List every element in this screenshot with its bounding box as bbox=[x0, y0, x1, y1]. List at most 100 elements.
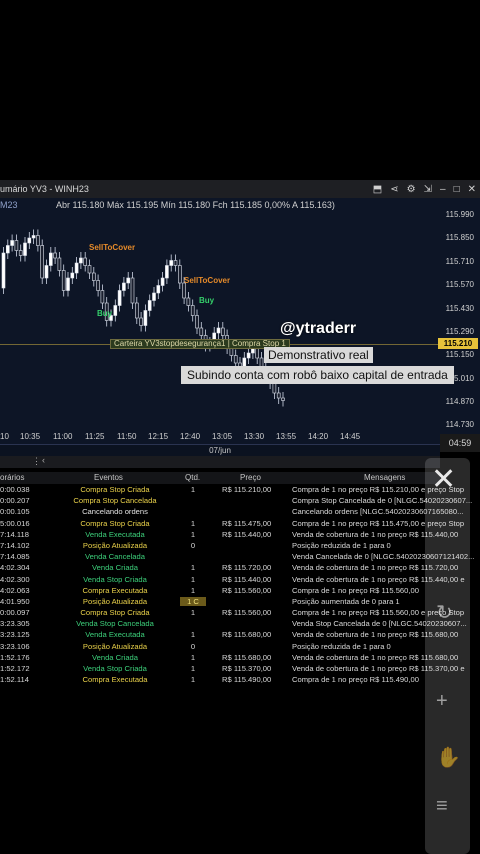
event-name: Compra Stop Criada bbox=[80, 485, 150, 494]
event-name: Compra Executada bbox=[82, 675, 148, 685]
candle-body bbox=[87, 265, 92, 274]
event-time: 7:14.102 bbox=[0, 540, 30, 550]
candle-body bbox=[36, 235, 40, 246]
event-time: 7:14.118 bbox=[0, 529, 29, 539]
candle-body bbox=[135, 302, 139, 319]
menu-icon[interactable]: ≡ bbox=[436, 795, 448, 818]
candle-body bbox=[113, 305, 118, 316]
table-row[interactable]: 1:52.172 Venda Stop Criada 1 R$ 115.370,00 V… bbox=[0, 663, 480, 674]
event-time: 5:00.016 bbox=[0, 518, 30, 528]
clock-badge: 04:59 bbox=[440, 434, 480, 452]
close-icon[interactable]: ✕ bbox=[468, 184, 476, 195]
export-icon[interactable]: ⬒ bbox=[373, 184, 382, 195]
table-row[interactable]: 7:14.085 Venda Cancelada Venda Cancelada d… bbox=[0, 551, 480, 562]
restore-icon[interactable]: ⇲ bbox=[424, 184, 432, 195]
table-row[interactable]: 4:01.950 Posição Atualizada 1 C Posição aum… bbox=[0, 596, 480, 607]
x-tick: 13:30 bbox=[244, 432, 265, 441]
hand-icon[interactable]: ✋ bbox=[436, 745, 461, 770]
x-tick: 11:50 bbox=[117, 432, 137, 441]
event-qty: 0 bbox=[190, 540, 196, 550]
x-tick: 14:20 bbox=[308, 432, 329, 441]
table-row[interactable]: 3:23.125 Venda Executada 1 R$ 115.680,00 Ven… bbox=[0, 629, 480, 640]
x-tick: 12:40 bbox=[180, 432, 201, 441]
x-tick: 10:35 bbox=[20, 432, 41, 441]
candle-body bbox=[92, 272, 96, 281]
event-qty: 1 C bbox=[180, 596, 206, 606]
price-chart[interactable] bbox=[0, 198, 480, 445]
col-event[interactable]: Eventos bbox=[94, 473, 123, 482]
event-price: R$ 115.560,00 bbox=[222, 608, 272, 618]
table-row[interactable]: 4:02.063 Compra Executada 1 R$ 115.560,00 Co… bbox=[0, 585, 480, 596]
plus-icon[interactable]: + bbox=[436, 690, 448, 713]
candle-body bbox=[143, 310, 148, 326]
x-tick: 11:25 bbox=[85, 432, 105, 441]
ohlc-infobar: M23 Abr 115.180 Máx 115.195 Mín 115.180 … bbox=[0, 200, 335, 210]
event-name: Posição Atualizada bbox=[82, 540, 148, 550]
event-name: Venda Stop Cancelada bbox=[76, 619, 154, 629]
table-row[interactable]: 4:02.304 Venda Criada 1 R$ 115.720,00 Venda … bbox=[0, 562, 480, 573]
y-tick: 115.990 bbox=[445, 210, 474, 219]
maximize-icon[interactable]: □ bbox=[454, 184, 460, 195]
col-messages[interactable]: Mensagens bbox=[364, 473, 405, 482]
candle-body bbox=[66, 277, 70, 291]
candle-body bbox=[1, 252, 6, 289]
candle-body bbox=[83, 257, 87, 266]
col-price[interactable]: Preço bbox=[240, 473, 261, 482]
event-qty: 1 bbox=[190, 630, 196, 640]
table-row[interactable]: 0:00.105 Cancelando ordens Cancelando orde… bbox=[0, 506, 480, 517]
table-row[interactable]: 1:52.176 Venda Criada 1 R$ 115.680,00 Venda … bbox=[0, 652, 480, 663]
candle-body bbox=[10, 240, 14, 246]
table-row[interactable]: 4:02.300 Venda Stop Criada 1 R$ 115.440,00 V… bbox=[0, 574, 480, 585]
table-row[interactable]: 7:14.102 Posição Atualizada 0 Posição reduz… bbox=[0, 540, 480, 551]
candle-body bbox=[14, 240, 19, 251]
table-row[interactable]: 5:00.016 Compra Stop Criada 1 R$ 115.475,00… bbox=[0, 518, 480, 529]
event-time: 4:01.950 bbox=[0, 596, 30, 606]
event-qty: 1 bbox=[190, 529, 196, 539]
candle-body bbox=[139, 317, 143, 326]
col-qty[interactable]: Qtd. bbox=[185, 473, 200, 482]
col-time[interactable]: orários bbox=[0, 473, 24, 482]
portfolio-order-label[interactable]: Carteira YV3stopdesegurança1 | Compra St… bbox=[110, 339, 290, 349]
event-price: R$ 115.440,00 bbox=[222, 574, 272, 584]
events-table-header: orários Eventos Qtd. Preço Mensagens bbox=[0, 472, 440, 484]
table-row[interactable]: 3:23.305 Venda Stop Cancelada Venda Stop C… bbox=[0, 618, 480, 629]
close-icon[interactable]: ✕ bbox=[431, 462, 456, 497]
event-time: 0:00.038 bbox=[0, 485, 30, 494]
event-name: Posição Atualizada bbox=[82, 596, 148, 606]
candlestick-plot bbox=[1, 229, 285, 407]
share-icon[interactable]: ⋖ bbox=[390, 184, 398, 195]
event-qty: 1 bbox=[190, 675, 196, 685]
event-price: R$ 115.475,00 bbox=[222, 518, 272, 528]
event-message: Posição reduzida de 1 para 0 bbox=[292, 540, 391, 550]
candle-body bbox=[229, 347, 234, 356]
candle-body bbox=[6, 245, 10, 254]
candle-body bbox=[57, 257, 62, 271]
candle-body bbox=[255, 347, 259, 359]
price-axis[interactable]: 115.990 115.850 115.710 115.570 115.430 … bbox=[440, 198, 480, 445]
y-tick: 114.870 bbox=[445, 397, 474, 406]
drag-handle-icon[interactable]: ⋮ bbox=[32, 456, 41, 467]
event-time: 1:52.114 bbox=[0, 675, 29, 685]
table-row[interactable]: 0:00.207 Compra Stop Cancelada Compra Stop… bbox=[0, 495, 480, 506]
candle-body bbox=[173, 260, 178, 266]
candle-body bbox=[246, 352, 251, 359]
gear-icon[interactable]: ⚙ bbox=[407, 184, 416, 195]
minimize-icon[interactable]: – bbox=[440, 184, 446, 195]
event-message: Posição aumentada de 0 para 1 bbox=[292, 596, 400, 606]
table-row[interactable]: 0:00.097 Compra Stop Criada 1 R$ 115.560,00… bbox=[0, 607, 480, 618]
table-row[interactable]: 7:14.118 Venda Executada 1 R$ 115.440,00 Ven… bbox=[0, 529, 480, 540]
candle-body bbox=[178, 265, 182, 284]
candle-body bbox=[169, 260, 173, 266]
event-time: 0:00.105 bbox=[0, 507, 30, 517]
table-row[interactable]: 3:23.106 Posição Atualizada 0 Posição reduz… bbox=[0, 641, 480, 652]
candle-body bbox=[272, 382, 277, 394]
event-qty: 1 bbox=[190, 518, 196, 528]
event-qty: 1 bbox=[190, 485, 196, 494]
event-time: 1:52.172 bbox=[0, 664, 30, 673]
table-row[interactable]: 0:00.038 Compra Stop Criada 1 R$ 115.210,00… bbox=[0, 484, 480, 495]
table-row[interactable]: 1:52.114 Compra Executada 1 R$ 115.490,00 Co… bbox=[0, 674, 480, 685]
chevron-left-icon[interactable]: ‹ bbox=[42, 455, 45, 465]
event-time: 0:00.207 bbox=[0, 496, 30, 506]
sell-signal-label: SellToCover bbox=[89, 243, 136, 252]
refresh-icon[interactable]: ↻ bbox=[436, 600, 453, 625]
